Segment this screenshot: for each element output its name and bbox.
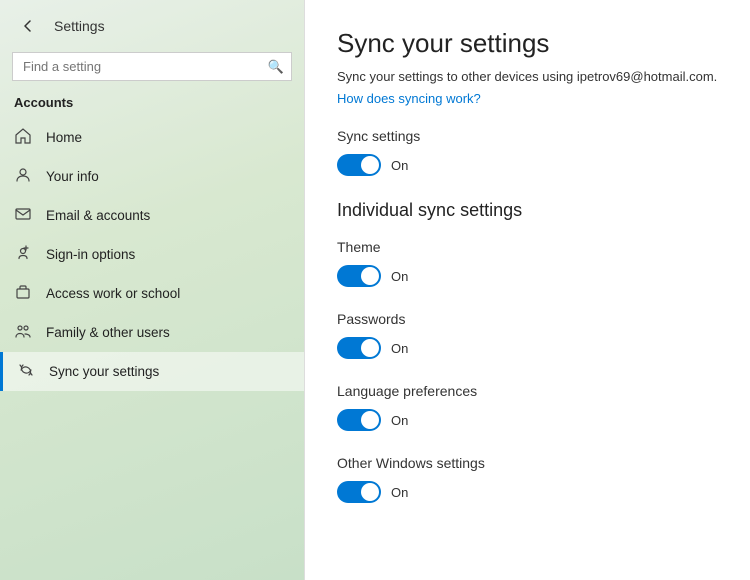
other-windows-toggle[interactable] <box>337 481 381 503</box>
accounts-section-label: Accounts <box>0 91 304 118</box>
sidebar-item-family[interactable]: Family & other users <box>0 313 304 352</box>
sign-in-icon <box>14 245 32 264</box>
sidebar-item-email-accounts[interactable]: Email & accounts <box>0 196 304 235</box>
language-toggle-row: On <box>337 409 718 431</box>
sync-icon <box>17 362 35 381</box>
sidebar-item-email-label: Email & accounts <box>46 208 150 223</box>
your-info-icon <box>14 167 32 186</box>
other-windows-setting: Other Windows settings On <box>337 455 718 503</box>
sidebar-item-your-info-label: Your info <box>46 169 99 184</box>
language-toggle-label: On <box>391 413 408 428</box>
sidebar-item-home-label: Home <box>46 130 82 145</box>
language-toggle[interactable] <box>337 409 381 431</box>
subtitle: Sync your settings to other devices usin… <box>337 69 718 84</box>
language-label: Language preferences <box>337 383 718 399</box>
search-box: 🔍 <box>12 52 292 81</box>
passwords-toggle-row: On <box>337 337 718 359</box>
theme-label: Theme <box>337 239 718 255</box>
app-title: Settings <box>54 18 105 34</box>
sidebar-item-access-work[interactable]: Access work or school <box>0 274 304 313</box>
other-windows-toggle-row: On <box>337 481 718 503</box>
access-work-icon <box>14 284 32 303</box>
passwords-toggle[interactable] <box>337 337 381 359</box>
passwords-toggle-label: On <box>391 341 408 356</box>
back-button[interactable] <box>14 12 42 40</box>
email-icon <box>14 206 32 225</box>
sidebar: Settings 🔍 Accounts Home Your info <box>0 0 305 580</box>
sidebar-item-your-info[interactable]: Your info <box>0 157 304 196</box>
theme-toggle[interactable] <box>337 265 381 287</box>
theme-toggle-row: On <box>337 265 718 287</box>
sidebar-item-sync[interactable]: Sync your settings <box>0 352 304 391</box>
home-icon <box>14 128 32 147</box>
passwords-label: Passwords <box>337 311 718 327</box>
sync-toggle[interactable] <box>337 154 381 176</box>
language-setting: Language preferences On <box>337 383 718 431</box>
sidebar-item-home[interactable]: Home <box>0 118 304 157</box>
sync-toggle-label: On <box>391 158 408 173</box>
sidebar-item-sync-label: Sync your settings <box>49 364 159 379</box>
sidebar-item-sign-in[interactable]: Sign-in options <box>0 235 304 274</box>
other-windows-toggle-label: On <box>391 485 408 500</box>
family-icon <box>14 323 32 342</box>
page-title: Sync your settings <box>337 28 718 59</box>
individual-sync-title: Individual sync settings <box>337 200 718 221</box>
theme-setting: Theme On <box>337 239 718 287</box>
sync-toggle-row: On <box>337 154 718 176</box>
sidebar-item-sign-in-label: Sign-in options <box>46 247 135 262</box>
passwords-setting: Passwords On <box>337 311 718 359</box>
how-syncing-works-link[interactable]: How does syncing work? <box>337 91 481 106</box>
sync-settings-label: Sync settings <box>337 128 718 144</box>
search-icon: 🔍 <box>268 59 284 75</box>
other-windows-label: Other Windows settings <box>337 455 718 471</box>
theme-toggle-label: On <box>391 269 408 284</box>
search-input[interactable] <box>12 52 292 81</box>
sidebar-item-access-work-label: Access work or school <box>46 286 180 301</box>
titlebar: Settings <box>0 0 304 48</box>
main-content: Sync your settings Sync your settings to… <box>305 0 750 580</box>
sync-settings-section: Sync settings On <box>337 128 718 176</box>
sidebar-item-family-label: Family & other users <box>46 325 170 340</box>
